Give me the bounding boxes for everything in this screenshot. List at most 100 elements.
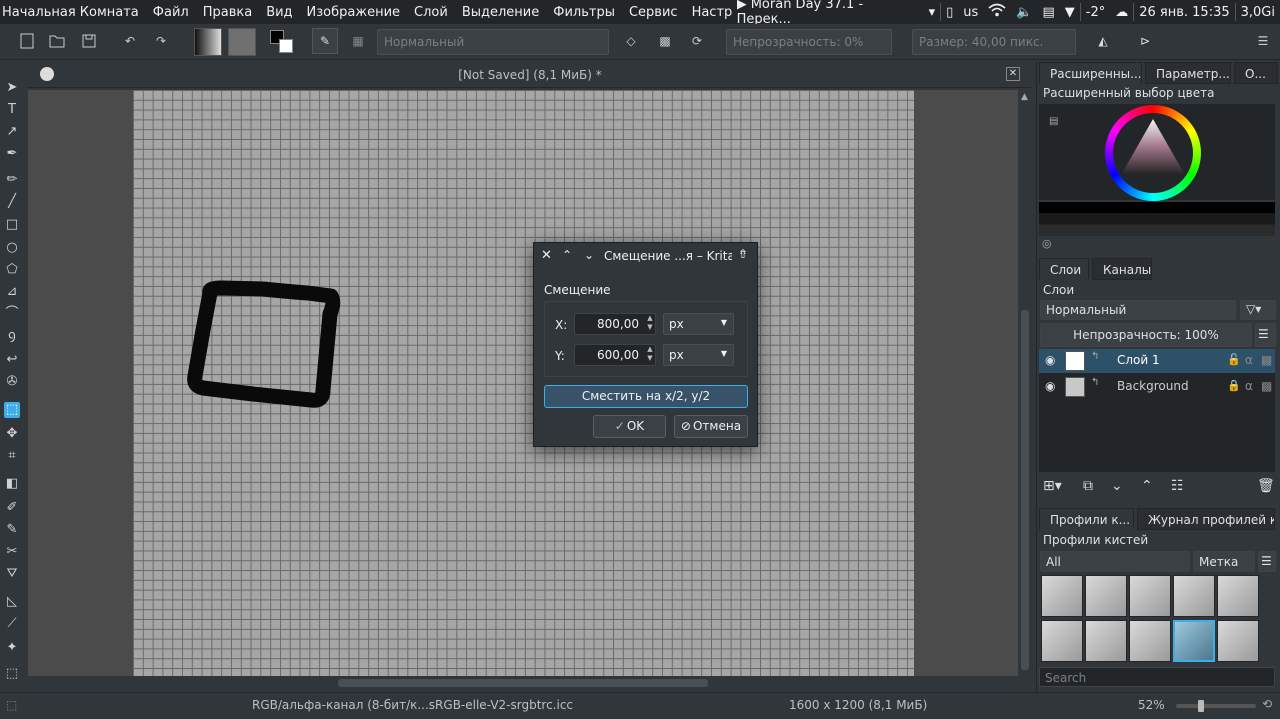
brush-preset-pencil[interactable] <box>1085 575 1127 617</box>
brush-grid-icon[interactable]: ▦ <box>346 30 370 54</box>
multibrush-icon[interactable]: ✇ <box>4 374 20 390</box>
layer-properties-icon[interactable]: ☷ <box>1171 478 1184 494</box>
gradient-tool-icon[interactable]: ◧ <box>4 476 20 492</box>
tray-expand-icon[interactable]: ▼ <box>1065 5 1075 20</box>
brush-view-icon[interactable]: ☰ <box>1258 551 1276 572</box>
zoom-slider-handle[interactable] <box>1198 700 1204 712</box>
inherit-alpha-icon[interactable]: ▩ <box>1261 353 1272 367</box>
size-slider[interactable]: Размер: 40,00 пикс. <box>912 29 1076 55</box>
menu-image[interactable]: Изображение <box>300 5 407 20</box>
ok-button[interactable]: ✓ OK <box>593 415 666 438</box>
selection-mode-icon[interactable]: ⬚ <box>6 698 17 712</box>
brush-preset-pen[interactable] <box>1217 620 1259 662</box>
inherit-alpha-icon[interactable]: ▩ <box>1261 379 1272 393</box>
move-tool-icon[interactable]: ✥ <box>4 426 20 442</box>
move-layer-down-icon[interactable]: ⌄ <box>1111 478 1123 494</box>
x-unit-select[interactable]: px ▼ <box>663 313 734 335</box>
volume-icon[interactable]: 🔈 <box>1016 5 1032 20</box>
close-icon[interactable]: ✕ <box>541 248 552 263</box>
filter-icon[interactable]: ▽▾ <box>1240 300 1276 320</box>
ellipse-tool-icon[interactable]: ○ <box>4 240 20 256</box>
calligraphy-icon[interactable]: ✒ <box>4 146 20 162</box>
y-spin-buttons[interactable]: ▲ ▼ <box>644 345 656 365</box>
horizontal-scroll-thumb[interactable] <box>338 679 708 687</box>
keep-above-icon[interactable]: ⇮ <box>738 247 748 261</box>
brush-tag-button[interactable]: Метка <box>1193 551 1255 572</box>
app-name[interactable]: Начальная Комната <box>0 5 146 20</box>
open-folder-icon[interactable] <box>44 28 70 54</box>
menu-select[interactable]: Выделение <box>455 5 546 20</box>
reference-tool-icon[interactable]: ✦ <box>4 640 20 656</box>
rect-selection-icon[interactable]: ⬚ <box>4 666 20 682</box>
bezier-tool-icon[interactable]: ⌒ <box>4 306 20 322</box>
tab-brush-history[interactable]: Журнал профилей к... <box>1137 508 1275 530</box>
add-layer-icon[interactable]: ⊞▾ <box>1043 478 1062 494</box>
mirror-vertical-icon[interactable]: ⊳ <box>1132 28 1158 54</box>
brush-preset-marker[interactable] <box>1129 575 1171 617</box>
rotate-canvas-icon[interactable]: ⟲ <box>1262 697 1272 711</box>
eraser-icon[interactable]: ◇ <box>618 28 644 54</box>
wifi-icon[interactable] <box>988 3 1006 21</box>
visibility-eye-icon[interactable]: ◉ <box>1045 353 1055 367</box>
gradient-selector[interactable] <box>194 28 222 56</box>
menu-filters[interactable]: Фильтры <box>546 5 622 20</box>
brush-search-input[interactable]: Search <box>1039 667 1275 687</box>
rectangle-tool-icon[interactable]: □ <box>4 217 20 233</box>
layer-opacity-slider[interactable]: Непрозрачность: 100% <box>1040 323 1252 347</box>
tab-advanced-color[interactable]: Расширенны... <box>1039 62 1142 84</box>
color-picker-icon[interactable]: ✐ <box>4 500 20 516</box>
pattern-selector[interactable] <box>228 28 256 56</box>
memory-usage[interactable]: 3,0Gi <box>1241 5 1275 20</box>
save-icon[interactable] <box>76 28 102 54</box>
zoom-slider[interactable] <box>1176 700 1256 712</box>
keyboard-layout[interactable]: us <box>963 5 978 20</box>
delete-layer-icon[interactable]: 🗑 <box>1257 478 1275 494</box>
brush-preset-ink-pen[interactable] <box>1217 575 1259 617</box>
cloud-icon[interactable]: ☁ <box>1115 5 1128 20</box>
weather-temp[interactable]: -2° <box>1086 5 1105 20</box>
y-unit-select[interactable]: px ▼ <box>663 344 734 366</box>
opacity-slider[interactable]: Непрозрачность: 0% <box>726 29 892 55</box>
reload-preset-icon[interactable]: ⟳ <box>684 28 710 54</box>
cancel-button[interactable]: ⊘ Отмена <box>674 415 748 438</box>
x-spin-buttons[interactable]: ▲ ▼ <box>644 314 656 334</box>
hue-ring[interactable] <box>1105 105 1201 201</box>
menu-layer[interactable]: Слой <box>407 5 455 20</box>
toolbar-menu-icon[interactable]: ☰ <box>1250 28 1276 54</box>
layer-row[interactable]: ◉ ↰ Background 🔒 α ▩ <box>1039 375 1275 399</box>
select-shapes-icon[interactable]: ➤ <box>4 80 20 96</box>
brush-preset-airbrush[interactable] <box>1173 575 1215 617</box>
alpha-lock-icon[interactable]: ▩ <box>652 28 678 54</box>
measure-tool-icon[interactable]: ◺ <box>4 594 20 610</box>
visibility-eye-icon[interactable]: ◉ <box>1045 379 1055 393</box>
chevron-up-icon[interactable]: ⌃ <box>562 248 572 262</box>
tab-channels[interactable]: Каналы <box>1092 258 1152 280</box>
vertical-scroll-thumb[interactable] <box>1021 310 1029 670</box>
mirror-horizontal-icon[interactable]: ◭ <box>1090 28 1116 54</box>
chevron-down-icon[interactable]: ▾ <box>929 5 936 20</box>
undo-icon[interactable]: ↶ <box>117 28 143 54</box>
brush-preset-eraser[interactable] <box>1041 575 1083 617</box>
brush-preset-wet[interactable] <box>1085 620 1127 662</box>
brush-preset-icon[interactable]: ✎ <box>312 28 338 54</box>
vertical-scrollbar[interactable]: ▲ <box>1018 90 1032 676</box>
offset-half-button[interactable]: Сместить на x/2, y/2 <box>544 385 748 408</box>
layer-blend-mode-select[interactable]: Нормальный <box>1040 300 1236 320</box>
tab-overview[interactable]: О... <box>1234 62 1278 84</box>
move-layer-up-icon[interactable]: ⌃ <box>1141 478 1153 494</box>
brush-preset-ink[interactable] <box>1041 620 1083 662</box>
selector-settings-icon[interactable]: ▤ <box>1049 116 1058 127</box>
tab-brush-presets[interactable]: Профили к... <box>1039 508 1134 530</box>
menu-tools[interactable]: Сервис <box>622 5 685 20</box>
clipboard-icon[interactable]: ▤ <box>1042 5 1054 20</box>
color-profile[interactable]: RGB/альфа-канал (8-бит/к...sRGB-elle-V2-… <box>252 698 573 712</box>
brush-preset-blender[interactable] <box>1129 620 1171 662</box>
zoom-level[interactable]: 52% <box>1138 698 1165 712</box>
close-document-icon[interactable]: ✕ <box>1006 67 1020 81</box>
text-tool-icon[interactable]: T <box>4 102 20 118</box>
horizontal-scrollbar[interactable] <box>28 676 1018 690</box>
polygon-tool-icon[interactable]: ⬠ <box>4 262 20 278</box>
color-history-strip[interactable] <box>1039 202 1275 236</box>
menu-edit[interactable]: Правка <box>196 5 259 20</box>
media-player-widget[interactable]: ▶ Moran Day 37.1 - Перек... <box>737 0 919 27</box>
